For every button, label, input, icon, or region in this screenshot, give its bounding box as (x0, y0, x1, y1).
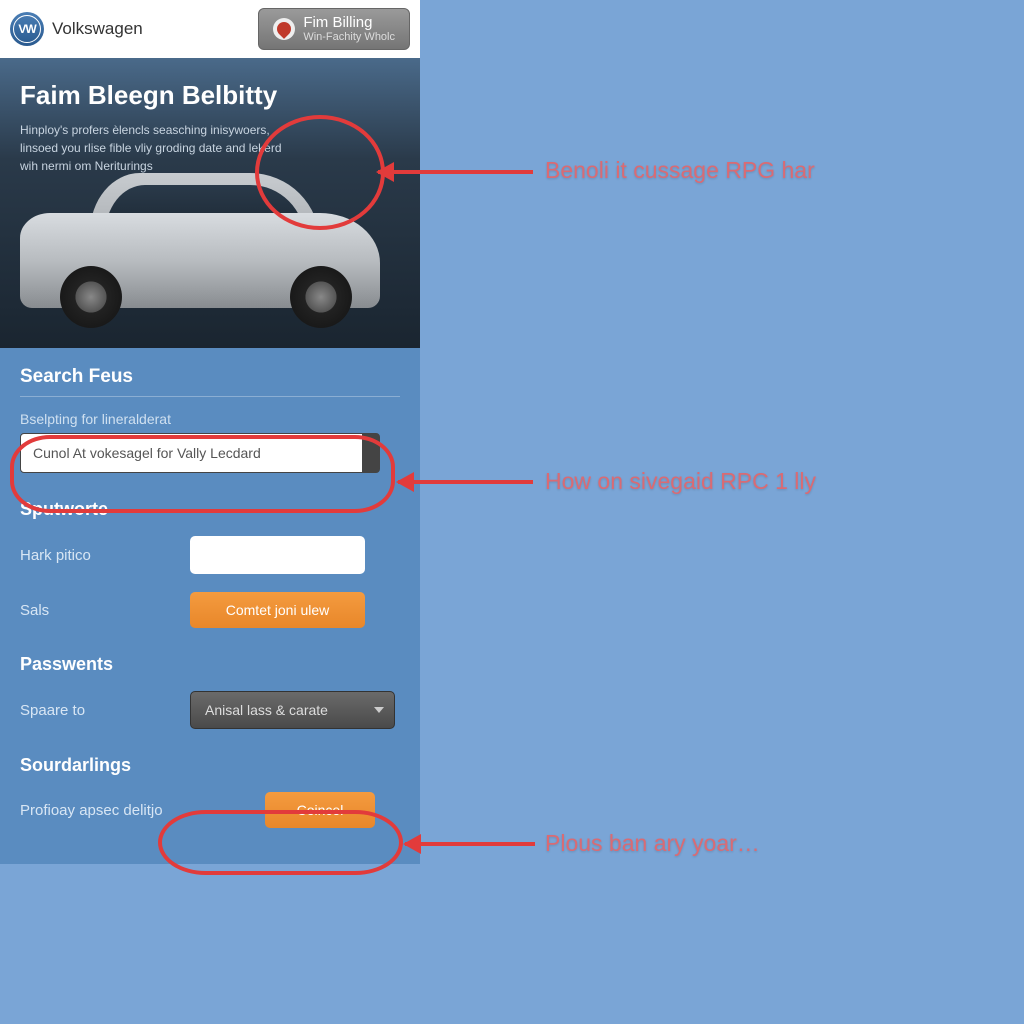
annotation-arrow-3 (405, 842, 535, 846)
search-input[interactable]: Cunol At vokesagel for Vally Lecdard (20, 433, 380, 473)
form-area: Search Feus Bselpting for lineralderat C… (0, 348, 420, 864)
car-illustration (0, 168, 410, 338)
spaare-label: Spaare to (20, 702, 190, 719)
sourdarlings-title: Sourdarlings (20, 755, 400, 776)
passwents-title: Passwents (20, 654, 400, 675)
hark-input[interactable] (190, 536, 365, 574)
divider (20, 396, 400, 397)
spaare-select[interactable]: Anisal lass & carate (190, 691, 395, 729)
coincel-button[interactable]: Coincel (265, 792, 375, 828)
hero-banner: Faim Bleegn Belbitty Hinploy's profers è… (0, 58, 420, 348)
annotation-text-1: Benoli it cussage RPG har (545, 157, 815, 184)
sputworte-title: Sputworte (20, 499, 400, 520)
annotation-text-2: How on sivegaid RPC 1 lly (545, 468, 816, 495)
billing-sub-label: Win-Fachity Wholc (303, 31, 395, 43)
key-icon (273, 18, 295, 40)
spaare-select-value: Anisal lass & carate (205, 702, 328, 718)
brand-logo-wrap: VW Volkswagen (10, 12, 143, 46)
billing-main-label: Fim Billing (303, 15, 395, 32)
sals-button[interactable]: Comtet joni ulew (190, 592, 365, 628)
annotation-text-3: Plous ban ary yoar… (545, 830, 760, 857)
hero-title: Faim Bleegn Belbitty (20, 80, 400, 111)
hark-label: Hark pitico (20, 547, 190, 564)
search-input-value: Cunol At vokesagel for Vally Lecdard (33, 445, 261, 461)
search-section-title: Search Feus (20, 366, 400, 388)
sourdarlings-label: Profioay apsec delitjo (20, 802, 265, 819)
vw-logo-icon: VW (10, 12, 44, 46)
sals-label: Sals (20, 602, 190, 619)
header-bar: VW Volkswagen Fim Billing Win-Fachity Wh… (0, 0, 420, 58)
hero-copy: Hinploy's profers èlencls seasching inis… (20, 121, 300, 175)
billing-button[interactable]: Fim Billing Win-Fachity Wholc (258, 8, 410, 51)
brand-name: Volkswagen (52, 19, 143, 39)
search-field-label: Bselpting for lineralderat (20, 411, 400, 427)
